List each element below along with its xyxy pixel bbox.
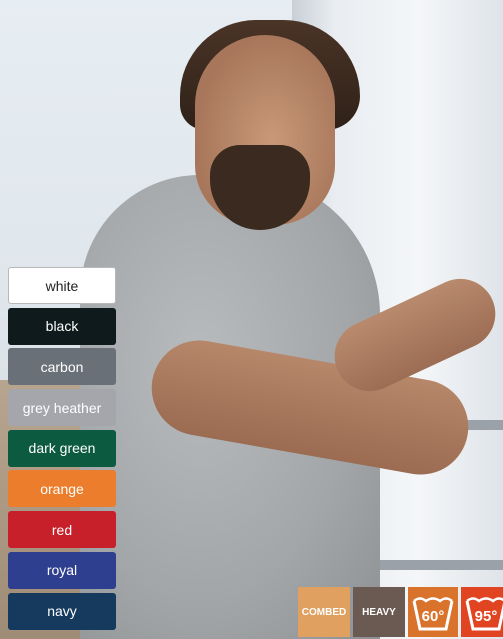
color-swatch-list: white black carbon grey heather dark gre… bbox=[8, 267, 116, 633]
wash-60-icon: 60° bbox=[408, 587, 458, 637]
swatch-label: white bbox=[45, 277, 79, 294]
swatch-black[interactable]: black bbox=[8, 307, 116, 345]
swatch-label: carbon bbox=[40, 358, 84, 375]
wash-95-temp: 95° bbox=[474, 607, 498, 625]
swatch-label: navy bbox=[47, 603, 77, 619]
wash-60-temp: 60° bbox=[421, 607, 445, 625]
heavy-badge: HEAVY bbox=[353, 587, 405, 637]
swatch-royal[interactable]: royal bbox=[8, 551, 116, 589]
heavy-badge-label: HEAVY bbox=[362, 606, 396, 618]
swatch-red[interactable]: red bbox=[8, 511, 116, 549]
swatch-orange[interactable]: orange bbox=[8, 470, 116, 508]
combed-badge-label: COMBED bbox=[301, 606, 347, 618]
wash-95-icon: 95° bbox=[461, 587, 503, 637]
combed-badge: COMBED bbox=[298, 587, 350, 637]
swatch-label: red bbox=[51, 521, 73, 538]
swatch-carbon[interactable]: carbon bbox=[8, 348, 116, 386]
swatch-label: grey heather bbox=[22, 399, 102, 416]
swatch-label: orange bbox=[40, 480, 84, 497]
swatch-label: royal bbox=[46, 562, 78, 579]
swatch-dark-green[interactable]: dark green bbox=[8, 429, 116, 467]
swatch-white[interactable]: white bbox=[8, 267, 116, 304]
swatch-label: black bbox=[45, 318, 79, 335]
product-page: white black carbon grey heather dark gre… bbox=[0, 0, 503, 639]
swatch-grey-heather[interactable]: grey heather bbox=[8, 389, 116, 427]
swatch-navy[interactable]: navy bbox=[8, 592, 116, 630]
swatch-label: dark green bbox=[28, 440, 96, 457]
product-feature-badges: COMBED HEAVY 60° 95° bbox=[298, 587, 503, 637]
